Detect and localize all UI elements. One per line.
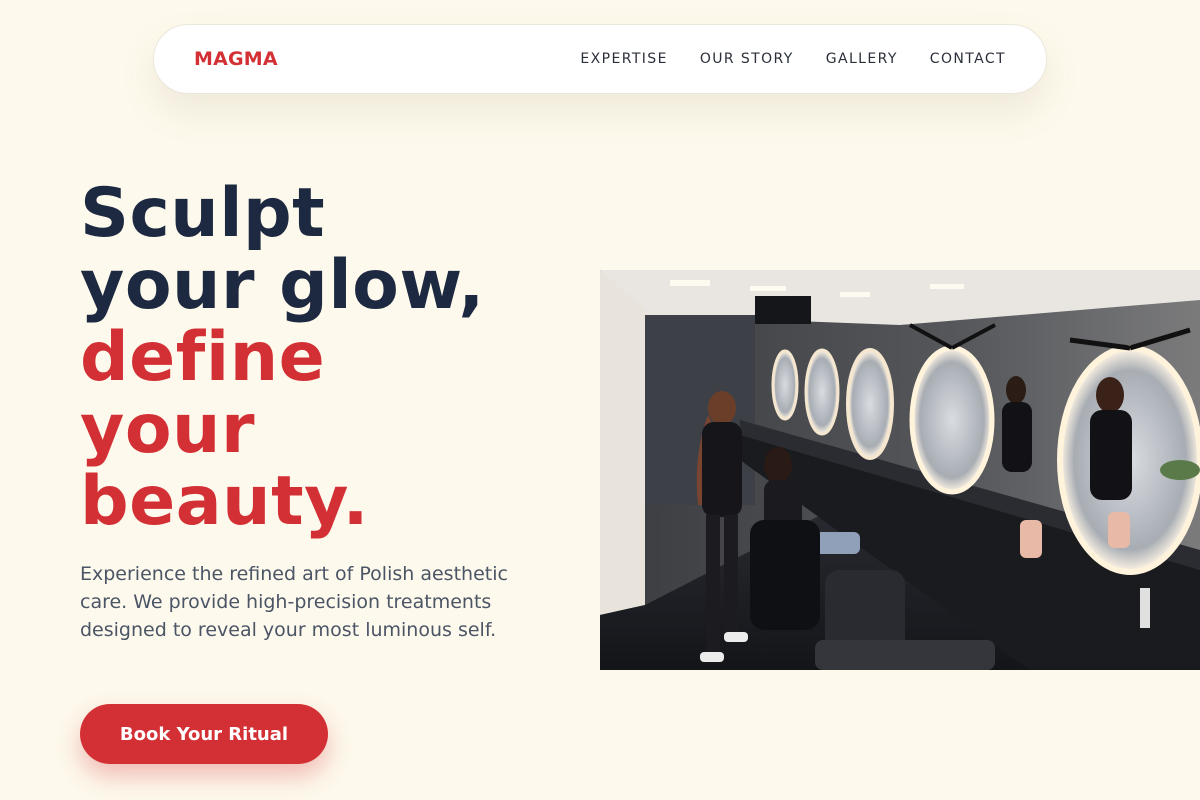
nav-link-our-story[interactable]: OUR STORY bbox=[700, 51, 794, 67]
hero-description: Experience the refined art of Polish aes… bbox=[80, 563, 508, 641]
salon-photo-illustration bbox=[600, 270, 1200, 670]
hero-title-accent-line: your bbox=[80, 390, 255, 469]
hero-title-line: Sculpt bbox=[80, 174, 326, 253]
brand-logo[interactable]: MAGMA bbox=[194, 48, 278, 70]
nav-link-contact[interactable]: CONTACT bbox=[930, 51, 1006, 67]
hero-title-accent-line: define bbox=[80, 318, 326, 397]
main-menu: EXPERTISE OUR STORY GALLERY CONTACT bbox=[580, 51, 1006, 67]
hero-title-line: your glow, bbox=[80, 246, 485, 325]
book-your-ritual-button[interactable]: Book Your Ritual bbox=[80, 704, 328, 764]
top-navigation-bar: MAGMA EXPERTISE OUR STORY GALLERY CONTAC… bbox=[153, 24, 1047, 94]
nav-link-expertise[interactable]: EXPERTISE bbox=[580, 51, 667, 67]
nav-link-gallery[interactable]: GALLERY bbox=[826, 51, 898, 67]
salon-photo bbox=[600, 270, 1200, 670]
hero-title-accent-line: beauty. bbox=[80, 462, 370, 541]
hero-title: Sculpt your glow, define your beauty. bbox=[80, 178, 485, 538]
